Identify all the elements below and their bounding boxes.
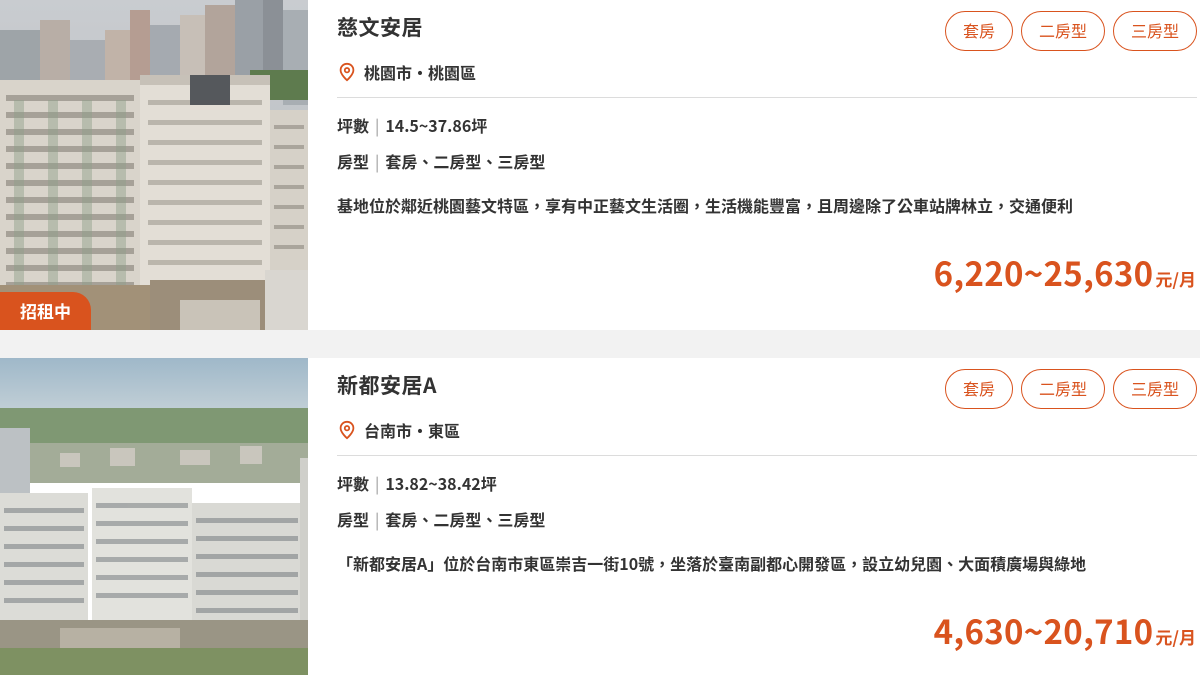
location-pin-icon [339, 62, 355, 82]
listing-info: 慈文安居 套房 二房型 三房型 桃園市・桃園區 坪數 | 14.5~37.86坪 房… [337, 0, 1200, 330]
location-text: 台南市・東區 [364, 418, 461, 442]
separator: | [375, 471, 380, 495]
listing-photo[interactable] [0, 358, 308, 675]
building-photo-image [0, 358, 308, 675]
area-row: 坪數 | 13.82~38.42坪 [337, 471, 497, 495]
type-row: 房型 | 套房、二房型、三房型 [337, 149, 545, 173]
separator: | [375, 507, 380, 531]
tag-two-room[interactable]: 二房型 [1020, 11, 1105, 51]
listing-title[interactable]: 新都安居A [337, 370, 437, 400]
price-range: 6,220~25,630 [933, 248, 1154, 296]
listing-card[interactable]: 招租中 慈文安居 套房 二房型 三房型 桃園市・桃園區 坪數 | 14.5~37.8… [0, 0, 1200, 330]
separator: | [375, 113, 380, 137]
listing-list: 招租中 慈文安居 套房 二房型 三房型 桃園市・桃園區 坪數 | 14.5~37.8… [0, 0, 1200, 675]
area-value: 13.82~38.42坪 [385, 471, 497, 495]
tag-suite[interactable]: 套房 [944, 369, 1013, 409]
area-row: 坪數 | 14.5~37.86坪 [337, 113, 487, 137]
divider [337, 97, 1197, 98]
tag-two-room[interactable]: 二房型 [1020, 369, 1105, 409]
listing-location: 台南市・東區 [337, 418, 460, 442]
type-label: 房型 [337, 149, 370, 173]
type-value: 套房、二房型、三房型 [385, 507, 546, 531]
room-type-tags: 套房 二房型 三房型 [944, 11, 1197, 51]
area-label: 坪數 [337, 113, 370, 137]
type-label: 房型 [337, 507, 370, 531]
location-pin-icon [339, 420, 355, 440]
tag-three-room[interactable]: 三房型 [1112, 369, 1197, 409]
price: 4,630~20,710 元/月 [934, 606, 1196, 654]
listing-card[interactable]: 新都安居A 套房 二房型 三房型 台南市・東區 坪數 | 13.82~38.42坪 … [0, 358, 1200, 675]
type-value: 套房、二房型、三房型 [385, 149, 546, 173]
price-unit: 元/月 [1155, 266, 1196, 291]
listing-description: 「新都安居A」位於台南市東區崇吉一街10號，坐落於臺南副都心開發區，設立幼兒園、… [337, 551, 1087, 575]
price: 6,220~25,630 元/月 [934, 248, 1196, 296]
area-label: 坪數 [337, 471, 370, 495]
price-unit: 元/月 [1155, 624, 1196, 649]
listing-location: 桃園市・桃園區 [337, 60, 476, 84]
tag-suite[interactable]: 套房 [944, 11, 1013, 51]
listing-info: 新都安居A 套房 二房型 三房型 台南市・東區 坪數 | 13.82~38.42坪 … [337, 358, 1200, 675]
divider [337, 455, 1197, 456]
listing-photo[interactable]: 招租中 [0, 0, 308, 330]
location-text: 桃園市・桃園區 [364, 60, 477, 84]
building-photo-image [0, 0, 308, 330]
status-badge: 招租中 [0, 292, 91, 330]
listing-description: 基地位於鄰近桃園藝文特區，享有中正藝文生活圈，生活機能豐富，且周邊除了公車站牌林… [337, 193, 1074, 217]
area-value: 14.5~37.86坪 [385, 113, 488, 137]
type-row: 房型 | 套房、二房型、三房型 [337, 507, 545, 531]
price-range: 4,630~20,710 [933, 606, 1154, 654]
room-type-tags: 套房 二房型 三房型 [944, 369, 1197, 409]
listing-title[interactable]: 慈文安居 [337, 12, 423, 42]
separator: | [375, 149, 380, 173]
tag-three-room[interactable]: 三房型 [1112, 11, 1197, 51]
